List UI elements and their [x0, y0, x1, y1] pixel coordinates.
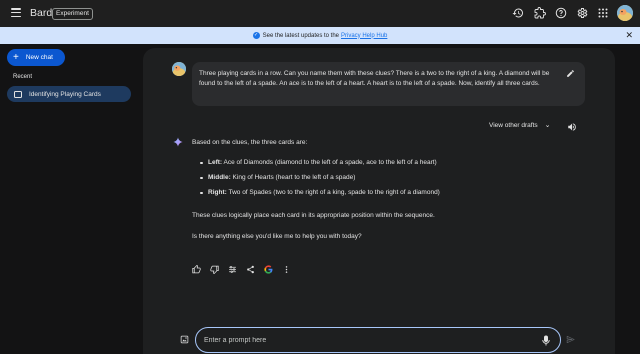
thumbs-up-icon[interactable] — [192, 264, 201, 274]
more-options-icon[interactable] — [282, 265, 291, 274]
prompt-box — [195, 327, 561, 353]
bullet-label: Right: — [208, 189, 227, 196]
user-prompt: Three playing cards in a row. Can you na… — [192, 62, 585, 106]
microphone-icon[interactable] — [542, 335, 550, 346]
apps-icon[interactable] — [597, 7, 609, 19]
close-icon[interactable]: ✕ — [625, 30, 633, 41]
help-icon[interactable] — [555, 7, 567, 19]
thumbs-down-icon[interactable] — [210, 265, 219, 274]
share-icon[interactable] — [246, 265, 255, 274]
modify-response-icon[interactable] — [228, 265, 237, 274]
list-item: Middle: King of Hearts (heart to the lef… — [200, 173, 440, 182]
sidebar-item-identifying-playing-cards[interactable]: Identifying Playing Cards — [7, 86, 131, 102]
bullet-label: Left: — [208, 159, 223, 166]
response-actions — [192, 264, 300, 274]
response-paragraph: These clues logically place each card in… — [192, 212, 435, 219]
bullet-text: Two of Spades (two to the right of a kin… — [226, 189, 440, 196]
response-intro: Based on the clues, the three cards are: — [192, 139, 308, 146]
privacy-help-hub-link[interactable]: Privacy Help Hub — [341, 33, 387, 39]
prompt-input[interactable] — [204, 336, 524, 344]
new-chat-label: New chat — [25, 54, 53, 61]
speaker-icon[interactable] — [567, 122, 577, 132]
history-icon[interactable] — [512, 7, 524, 19]
privacy-banner: ✓ See the latest updates to the Privacy … — [0, 27, 640, 44]
new-chat-button[interactable]: + New chat — [7, 49, 65, 66]
plus-icon: + — [13, 51, 19, 63]
chat-icon — [14, 90, 22, 98]
sidebar-item-label: Identifying Playing Cards — [29, 90, 101, 98]
settings-icon[interactable] — [576, 7, 588, 19]
sparkle-icon — [173, 137, 183, 147]
upload-image-icon[interactable] — [180, 335, 189, 344]
bullet-label: Middle: — [208, 174, 231, 181]
view-other-drafts-button[interactable]: View other drafts ⌄ — [489, 121, 551, 130]
extensions-icon[interactable] — [534, 7, 546, 19]
response-paragraph: Is there anything else you'd like me to … — [192, 233, 362, 240]
recent-heading: Recent — [13, 74, 33, 80]
google-it-icon[interactable] — [264, 264, 273, 274]
check-icon: ✓ — [252, 32, 260, 39]
view-drafts-label: View other drafts — [489, 121, 538, 129]
list-item: Right: Two of Spades (two to the right o… — [200, 188, 440, 197]
chevron-down-icon: ⌄ — [544, 122, 551, 129]
menu-icon[interactable] — [11, 8, 21, 18]
account-avatar[interactable] — [617, 5, 633, 21]
top-bar: Bard Experiment — [0, 0, 640, 27]
edit-icon[interactable] — [566, 69, 575, 78]
experiment-badge: Experiment — [52, 8, 93, 20]
user-avatar — [172, 62, 186, 76]
banner-text: See the latest updates to the — [262, 32, 340, 39]
card-list: Left: Ace of Diamonds (diamond to the le… — [200, 158, 440, 203]
brand-name: Bard — [30, 7, 53, 19]
bullet-text: Ace of Diamonds (diamond to the left of … — [222, 159, 437, 166]
list-item: Left: Ace of Diamonds (diamond to the le… — [200, 158, 440, 167]
bullet-text: King of Hearts (heart to the left of a s… — [230, 174, 356, 181]
send-icon[interactable] — [566, 335, 575, 344]
